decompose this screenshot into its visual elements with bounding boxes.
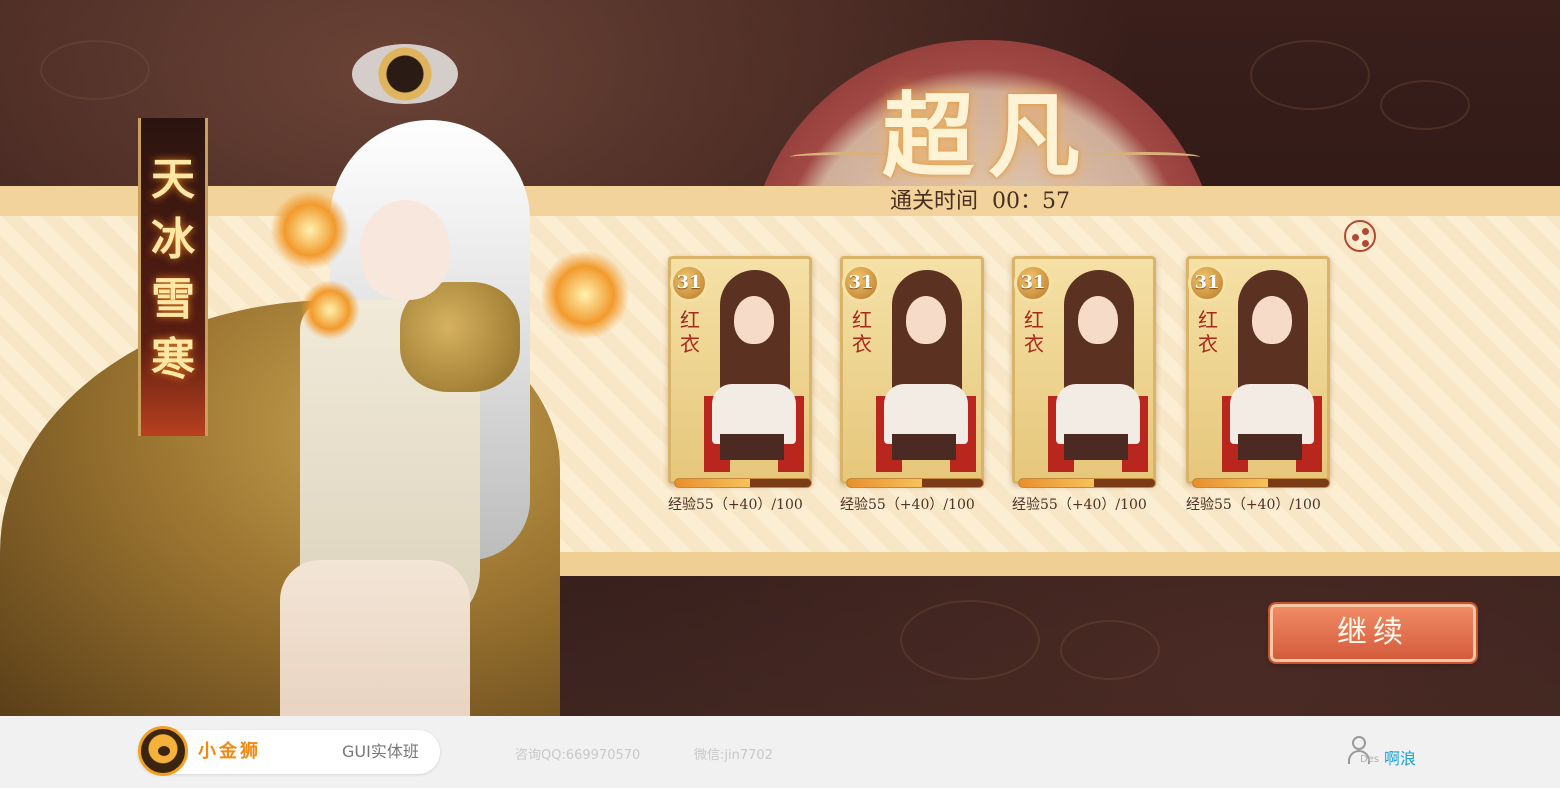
card-name: 红衣	[1024, 308, 1044, 356]
clear-time-label: 通关时间	[889, 189, 978, 214]
hero-legs	[280, 560, 470, 716]
card-portrait	[698, 266, 804, 472]
result-scene: 超凡 通关时间 00：57 31 红衣 经验55（+40）/100 31 红衣 经…	[0, 0, 1560, 716]
cloud-pattern	[900, 600, 1040, 680]
flame-effect	[540, 250, 630, 340]
flame-effect	[270, 190, 350, 270]
brand-course: GUI实体班	[342, 742, 419, 761]
user-des: Des	[1360, 754, 1380, 765]
exp-bar	[1192, 478, 1330, 488]
card-portrait	[870, 266, 976, 472]
hero-name: 天冰雪寒	[151, 154, 195, 385]
cloud-pattern	[1380, 80, 1470, 130]
level-badge: 31	[1188, 264, 1226, 302]
user-name[interactable]: 啊浪	[1384, 745, 1416, 769]
exp-fill	[1193, 479, 1268, 487]
card-portrait	[1216, 266, 1322, 472]
flame-effect	[300, 280, 360, 340]
level-badge: 31	[1014, 264, 1052, 302]
contact-wechat: 微信:jin7702	[694, 748, 773, 763]
contact-qq: 咨询QQ:669970570	[515, 748, 641, 763]
hero-illustration	[0, 0, 700, 716]
lion-logo-icon	[138, 726, 188, 776]
brand-pill[interactable]: 小金狮 GUI实体班	[138, 726, 440, 776]
exp-text: 经验55（+40）/100	[1186, 497, 1321, 513]
exp-text: 经验55（+40）/100	[840, 497, 975, 513]
hero-halo	[352, 44, 458, 104]
card-portrait	[1042, 266, 1148, 472]
footer-bar: 小金狮 GUI实体班 咨询QQ:669970570 微信:jin7702 Des…	[0, 716, 1560, 788]
exp-bar	[846, 478, 984, 488]
exp-fill	[847, 479, 922, 487]
level-badge: 31	[842, 264, 880, 302]
continue-button[interactable]: 继续	[1268, 602, 1478, 664]
cloud-pattern	[1060, 620, 1160, 680]
cloud-pattern	[1250, 40, 1370, 110]
clear-time: 通关时间 00：57	[830, 186, 1130, 218]
share-icon[interactable]	[1344, 220, 1376, 252]
result-title: 超凡	[881, 82, 1094, 190]
card-name: 红衣	[852, 308, 872, 356]
exp-bar	[1018, 478, 1156, 488]
clear-time-value: 00：57	[992, 189, 1070, 214]
hero-card[interactable]: 31 红衣 经验55（+40）/100	[1012, 256, 1160, 513]
exp-text: 经验55（+40）/100	[1012, 497, 1147, 513]
exp-fill	[1019, 479, 1094, 487]
hero-card[interactable]: 31 红衣 经验55（+40）/100	[1186, 256, 1334, 513]
hero-card[interactable]: 31 红衣 经验55（+40）/100	[840, 256, 988, 513]
hero-face	[360, 200, 450, 300]
card-name: 红衣	[1198, 308, 1218, 356]
brand-name: 小金狮	[198, 741, 261, 762]
